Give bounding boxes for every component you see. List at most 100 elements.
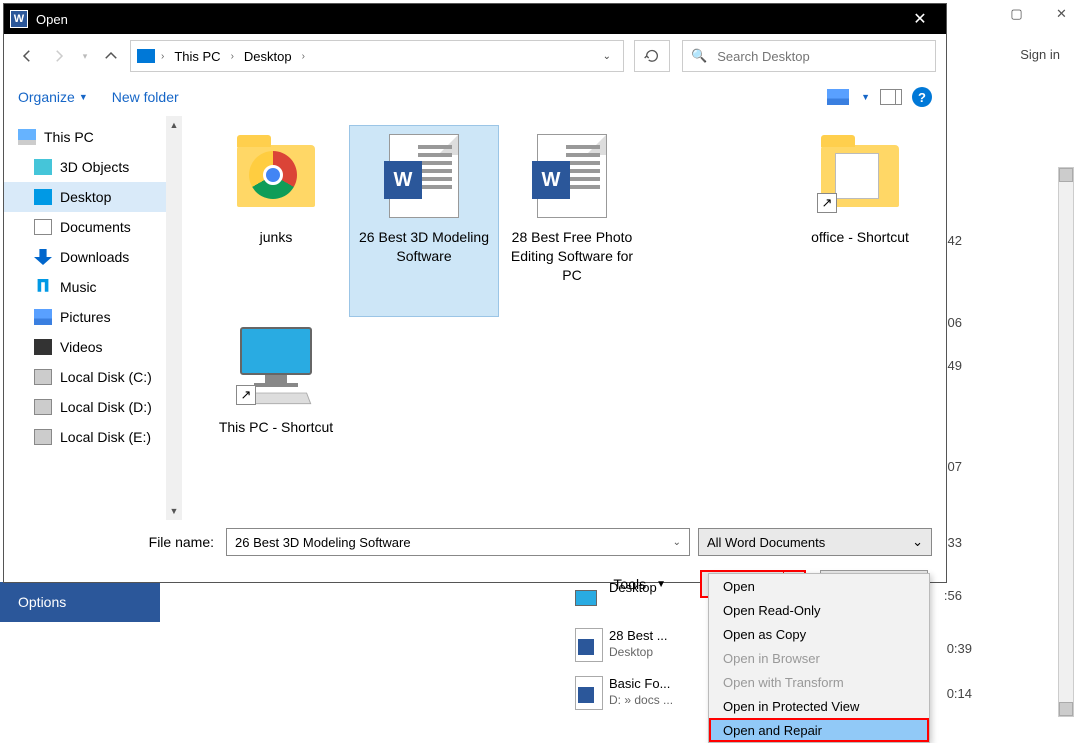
time-text: 0:14 [947,671,972,715]
search-input[interactable] [715,48,927,65]
file-label: This PC - Shortcut [215,418,337,437]
recent-sub: D: » docs ... [609,693,673,709]
folder-shortcut-icon: ↗ [821,145,899,207]
time-text: 0:39 [947,626,972,670]
recent-item[interactable]: Basic Fo...D: » docs ... [575,676,705,718]
file-item[interactable]: W 26 Best 3D Modeling Software [350,126,498,316]
tree-item-desktop[interactable]: Desktop [4,182,182,212]
time-text: :06 [944,300,962,344]
tree-item-videos[interactable]: Videos [4,332,182,362]
file-item[interactable]: junks [202,126,350,316]
tree-item-pictures[interactable]: Pictures [4,302,182,332]
menu-item-open-in-browser: Open in Browser [709,646,929,670]
new-folder-button[interactable]: New folder [112,89,179,105]
organize-button[interactable]: Organize▼ [18,89,88,105]
download-icon [34,249,52,265]
drive-icon [34,399,52,415]
tools-button[interactable]: Tools▼ [613,576,666,592]
breadcrumb-item[interactable]: Desktop [240,49,296,64]
word-icon [575,676,603,710]
filename-label: File name: [18,534,218,550]
tree-item-drive-d[interactable]: Local Disk (D:) [4,392,182,422]
refresh-button[interactable] [634,40,670,72]
view-mode-button[interactable] [825,87,851,107]
video-icon [34,339,52,355]
time-text: :56 [944,573,962,617]
time-text: :42 [944,218,962,262]
help-button[interactable]: ? [912,87,932,107]
file-item[interactable]: W 28 Best Free Photo Editing Software fo… [498,126,646,316]
recent-title: 28 Best ... [609,628,668,645]
open-dialog: W Open ✕ ▾ › This PC › Desktop › ⌄ 🔍 Org… [4,4,946,582]
drive-icon [34,429,52,445]
recent-sub: Desktop [609,645,668,661]
folder-tree: This PC 3D Objects Desktop Documents Dow… [4,116,182,520]
preview-pane-button[interactable] [880,89,902,105]
menu-item-open-as-copy[interactable]: Open as Copy [709,622,929,646]
folder-icon [237,145,315,207]
time-text: :33 [944,520,962,564]
chevron-right-icon[interactable]: › [300,51,307,62]
drive-icon [34,369,52,385]
tree-item-documents[interactable]: Documents [4,212,182,242]
tree-item-music[interactable]: Music [4,272,182,302]
file-type-select[interactable]: All Word Documents⌄ [698,528,932,556]
pictures-icon [34,309,52,325]
menu-item-open[interactable]: Open [709,574,929,598]
cube-icon [34,159,52,175]
tree-item-drive-c[interactable]: Local Disk (C:) [4,362,182,392]
sign-in-link[interactable]: Sign in [1020,47,1060,62]
tree-item-downloads[interactable]: Downloads [4,242,182,272]
bg-close-button[interactable]: ✕ [1039,0,1084,28]
dialog-title: Open [36,12,900,27]
up-button[interactable] [98,43,124,69]
pc-icon [18,129,36,145]
tree-item-drive-e[interactable]: Local Disk (E:) [4,422,182,452]
music-icon [34,279,52,295]
filename-input[interactable]: 26 Best 3D Modeling Software⌄ [226,528,690,556]
address-dropdown[interactable]: ⌄ [597,51,617,62]
file-label: 28 Best Free Photo Editing Software for … [498,228,646,285]
open-dropdown-menu: Open Open Read-Only Open as Copy Open in… [708,573,930,743]
titlebar: W Open ✕ [4,4,946,34]
chevron-right-icon[interactable]: › [159,51,166,62]
breadcrumb-item[interactable]: This PC [170,49,224,64]
menu-item-open-with-transform: Open with Transform [709,670,929,694]
tree-scrollbar[interactable]: ▲▼ [166,116,182,520]
view-dropdown[interactable]: ▼ [861,92,870,102]
menu-item-open-and-repair[interactable]: Open and Repair [709,718,929,742]
menu-item-open-protected[interactable]: Open in Protected View [709,694,929,718]
file-label: 26 Best 3D Modeling Software [350,228,498,266]
file-label: office - Shortcut [807,228,913,247]
word-icon [575,628,603,662]
location-icon [137,49,155,63]
back-button[interactable] [14,43,40,69]
recent-title: Basic Fo... [609,676,673,693]
word-app-icon: W [10,10,28,28]
recent-item[interactable]: 28 Best ...Desktop [575,628,705,670]
search-icon: 🔍 [691,48,707,64]
bg-scrollbar[interactable] [1058,167,1074,717]
file-list: junks W 26 Best 3D Modeling Software W 2… [182,116,946,520]
forward-button[interactable] [46,43,72,69]
address-bar[interactable]: › This PC › Desktop › ⌄ [130,40,624,72]
history-dropdown[interactable]: ▾ [78,43,92,69]
chevron-right-icon[interactable]: › [229,51,236,62]
bg-maximize-button[interactable]: ▢ [994,0,1039,28]
document-icon [34,219,52,235]
time-text: :49 [944,343,962,387]
search-box[interactable]: 🔍 [682,40,936,72]
menu-item-open-readonly[interactable]: Open Read-Only [709,598,929,622]
filename-dropdown[interactable]: ⌄ [673,537,681,548]
file-label: junks [256,228,297,247]
file-item[interactable]: ↗ office - Shortcut [786,126,934,316]
monitor-icon [34,189,52,205]
word-document-icon: W [389,134,459,218]
time-text: :07 [944,444,962,488]
tree-item-this-pc[interactable]: This PC [4,122,182,152]
close-button[interactable]: ✕ [900,4,940,34]
tree-item-3d-objects[interactable]: 3D Objects [4,152,182,182]
pc-shortcut-icon: ↗ [232,327,320,405]
word-document-icon: W [537,134,607,218]
file-item[interactable]: ↗ This PC - Shortcut [202,316,350,486]
